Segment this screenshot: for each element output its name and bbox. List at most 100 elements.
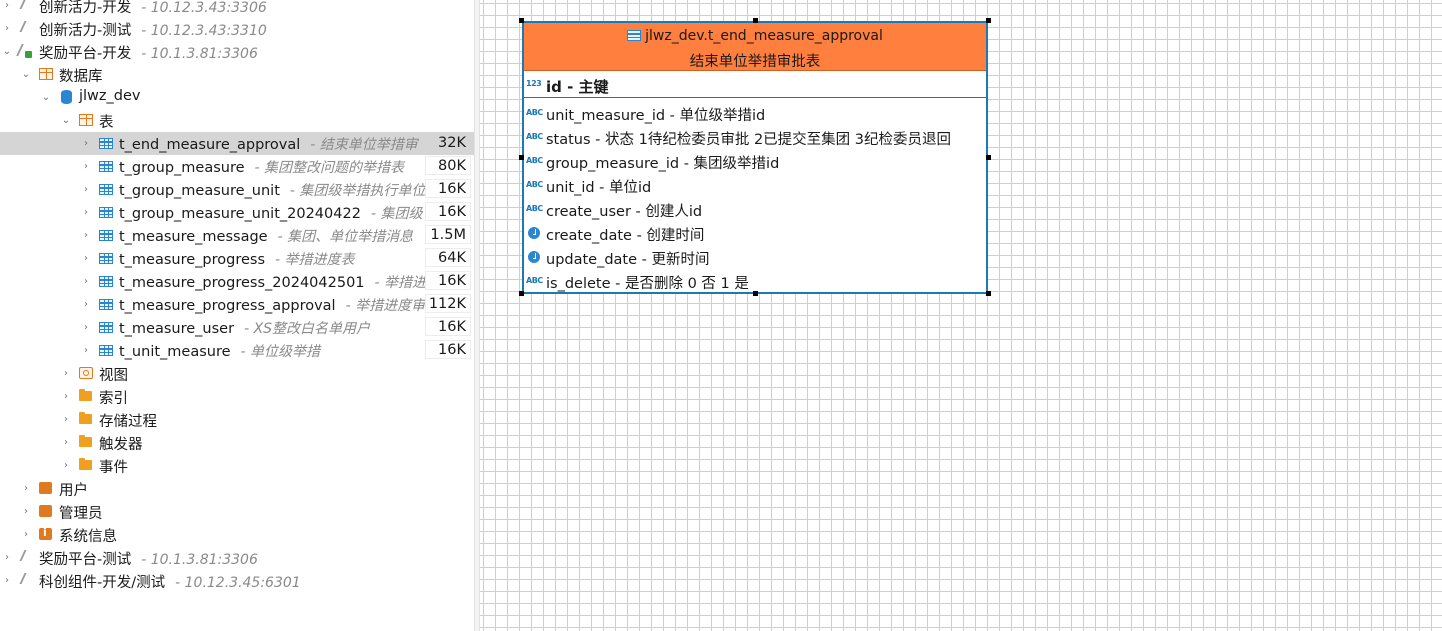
tree-folder-system-info[interactable]: › 系统信息 bbox=[0, 523, 474, 546]
connection-icon bbox=[19, 21, 33, 32]
attribute-text: is_delete - 是否删除 0 否 1 是 bbox=[546, 276, 749, 292]
tree-label: jlwz_dev bbox=[79, 88, 141, 104]
tree-table-row[interactable]: › t_measure_progress_2024042501 - 举措进 16K bbox=[0, 270, 474, 293]
tree-connection-kechuang[interactable]: › 科创组件-开发/测试 - 10.12.3.45:6301 bbox=[0, 569, 474, 592]
tree-label: t_measure_message bbox=[119, 229, 268, 245]
tree-connection-chuangxin-dev[interactable]: › 创新活力-开发 - 10.12.3.43:3306 bbox=[0, 0, 474, 17]
tree-table-row[interactable]: › t_group_measure_unit_20240422 - 集团级 16K bbox=[0, 201, 474, 224]
table-size: 16K bbox=[425, 271, 471, 290]
chevron-right-icon[interactable]: › bbox=[61, 437, 71, 448]
tree-label: 科创组件-开发/测试 bbox=[39, 575, 166, 591]
tree-connection-chuangxin-test[interactable]: › 创新活力-测试 - 10.12.3.43:3310 bbox=[0, 17, 474, 40]
chevron-down-icon[interactable]: ⌄ bbox=[41, 92, 51, 103]
chevron-right-icon[interactable]: › bbox=[61, 414, 71, 425]
attribute-row[interactable]: update_date - 更新时间 bbox=[524, 245, 986, 269]
attribute-row[interactable]: create_date - 创建时间 bbox=[524, 221, 986, 245]
resize-handle[interactable] bbox=[986, 18, 991, 23]
chevron-right-icon[interactable]: › bbox=[2, 552, 12, 563]
attribute-text: group_measure_id - 集团级举措id bbox=[546, 156, 780, 172]
tree-folder-tables[interactable]: ⌄ 表 bbox=[0, 109, 474, 132]
tree-folder-triggers[interactable]: › 触发器 bbox=[0, 431, 474, 454]
chevron-right-icon[interactable]: › bbox=[21, 483, 31, 494]
primary-key-row[interactable]: 123 id - 主键 bbox=[524, 72, 986, 98]
tree-sub: - 举措进度审 bbox=[345, 298, 426, 314]
chevron-right-icon[interactable]: › bbox=[81, 345, 91, 356]
connection-icon bbox=[19, 573, 33, 584]
chevron-right-icon[interactable]: › bbox=[81, 253, 91, 264]
string-type-icon: ABC bbox=[526, 276, 543, 285]
resize-handle[interactable] bbox=[519, 155, 524, 160]
entity-header: jlwz_dev.t_end_measure_approval 结束单位举措审批… bbox=[524, 23, 986, 71]
tree-sub: - 10.12.3.43:3306 bbox=[141, 0, 267, 16]
tree-label: 创新活力-测试 bbox=[39, 23, 132, 39]
tree-table-row[interactable]: › t_measure_progress_approval - 举措进度审 112… bbox=[0, 293, 474, 316]
chevron-right-icon[interactable]: › bbox=[21, 506, 31, 517]
er-diagram-canvas[interactable]: jlwz_dev.t_end_measure_approval 结束单位举措审批… bbox=[480, 0, 1442, 631]
chevron-right-icon[interactable]: › bbox=[81, 184, 91, 195]
attribute-row[interactable]: ABC is_delete - 是否删除 0 否 1 是 bbox=[524, 269, 986, 293]
chevron-right-icon[interactable]: › bbox=[61, 368, 71, 379]
tree-label: 索引 bbox=[99, 391, 128, 407]
chevron-right-icon[interactable]: › bbox=[81, 207, 91, 218]
folder-icon bbox=[79, 458, 92, 470]
tree-table-row[interactable]: › t_group_measure_unit - 集团级举措执行单位 16K bbox=[0, 178, 474, 201]
resize-handle[interactable] bbox=[519, 291, 524, 296]
entity-comment: 结束单位举措审批表 bbox=[689, 54, 821, 70]
chevron-right-icon[interactable]: › bbox=[81, 299, 91, 310]
tree-table-row[interactable]: › t_unit_measure - 单位级举措 16K bbox=[0, 339, 474, 362]
resize-handle[interactable] bbox=[986, 155, 991, 160]
attribute-row[interactable]: ABC unit_id - 单位id bbox=[524, 173, 986, 197]
tree-connection-jiangli-test[interactable]: › 奖励平台-测试 - 10.1.3.81:3306 bbox=[0, 546, 474, 569]
tree-table-row[interactable]: › t_end_measure_approval - 结束单位举措审 32K bbox=[0, 132, 474, 155]
chevron-right-icon[interactable]: › bbox=[81, 276, 91, 287]
chevron-right-icon[interactable]: › bbox=[81, 138, 91, 149]
chevron-right-icon[interactable]: › bbox=[61, 460, 71, 471]
tree-folder-admins[interactable]: › 管理员 bbox=[0, 500, 474, 523]
chevron-right-icon[interactable]: › bbox=[61, 391, 71, 402]
chevron-down-icon[interactable]: ⌄ bbox=[21, 69, 31, 80]
chevron-down-icon[interactable]: ⌄ bbox=[2, 46, 12, 57]
table-icon bbox=[99, 345, 113, 356]
chevron-right-icon[interactable]: › bbox=[21, 529, 31, 540]
tree-folder-indexes[interactable]: › 索引 bbox=[0, 385, 474, 408]
chevron-right-icon[interactable]: › bbox=[81, 161, 91, 172]
tree-folder-views[interactable]: › 视图 bbox=[0, 362, 474, 385]
tree-table-row[interactable]: › t_group_measure - 集团整改问题的举措表 80K bbox=[0, 155, 474, 178]
chevron-right-icon[interactable]: › bbox=[2, 0, 12, 11]
tree-label: 数据库 bbox=[59, 69, 103, 85]
tree-connection-jiangli-dev[interactable]: ⌄ 奖励平台-开发 - 10.1.3.81:3306 bbox=[0, 40, 474, 63]
tree-label: t_end_measure_approval bbox=[119, 137, 301, 153]
attribute-row[interactable]: ABC group_measure_id - 集团级举措id bbox=[524, 149, 986, 173]
chevron-right-icon[interactable]: › bbox=[2, 23, 12, 34]
table-icon bbox=[627, 30, 642, 41]
attribute-row[interactable]: ABC unit_measure_id - 单位级举措id bbox=[524, 101, 986, 125]
numeric-type-icon: 123 bbox=[526, 79, 542, 88]
tree-table-row[interactable]: › t_measure_message - 集团、单位举措消息 1.5M bbox=[0, 224, 474, 247]
entity-box[interactable]: jlwz_dev.t_end_measure_approval 结束单位举措审批… bbox=[522, 21, 988, 294]
resize-handle[interactable] bbox=[519, 18, 524, 23]
resize-handle[interactable] bbox=[986, 291, 991, 296]
chevron-down-icon[interactable]: ⌄ bbox=[61, 115, 71, 126]
attribute-row[interactable]: ABC create_user - 创建人id bbox=[524, 197, 986, 221]
tree-folder-events[interactable]: › 事件 bbox=[0, 454, 474, 477]
chevron-right-icon[interactable]: › bbox=[81, 322, 91, 333]
tree-folder-procedures[interactable]: › 存储过程 bbox=[0, 408, 474, 431]
tree-database-jlwz-dev[interactable]: ⌄ jlwz_dev bbox=[0, 86, 474, 109]
table-icon bbox=[99, 184, 113, 195]
tree-folder-databases[interactable]: ⌄ 数据库 bbox=[0, 63, 474, 86]
tree-label: 用户 bbox=[59, 483, 88, 499]
tree-table-row[interactable]: › t_measure_user - XS整改白名单用户 16K bbox=[0, 316, 474, 339]
resize-handle[interactable] bbox=[753, 291, 758, 296]
clock-icon bbox=[528, 227, 540, 239]
tree-label: 奖励平台-开发 bbox=[39, 46, 132, 62]
info-icon bbox=[39, 526, 52, 540]
attribute-row[interactable]: ABC status - 状态 1待纪检委员审批 2已提交至集团 3纪检委员退回 bbox=[524, 125, 986, 149]
chevron-right-icon[interactable]: › bbox=[2, 575, 12, 586]
resize-handle[interactable] bbox=[753, 18, 758, 23]
tree-label: 事件 bbox=[99, 460, 128, 476]
table-icon bbox=[99, 253, 113, 264]
tree-sub: - 单位级举措 bbox=[240, 344, 321, 360]
chevron-right-icon[interactable]: › bbox=[81, 230, 91, 241]
tree-table-row[interactable]: › t_measure_progress - 举措进度表 64K bbox=[0, 247, 474, 270]
tree-folder-users[interactable]: › 用户 bbox=[0, 477, 474, 500]
